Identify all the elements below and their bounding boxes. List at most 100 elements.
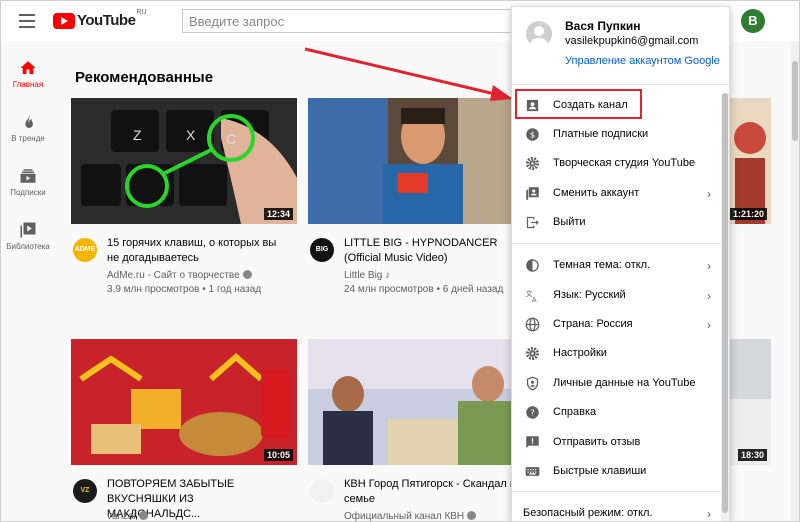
menu-item-country[interactable]: Страна: Россия › bbox=[512, 310, 729, 339]
video-title-line: (Official Music Video) bbox=[344, 252, 448, 264]
chevron-right-icon: › bbox=[707, 507, 711, 521]
svg-text:A: A bbox=[532, 296, 537, 303]
video-thumbnail[interactable] bbox=[308, 339, 534, 465]
help-icon: ? bbox=[526, 406, 539, 419]
menu-item-feedback[interactable]: Отправить отзыв bbox=[512, 428, 729, 457]
menu-item-label: Личные данные на YouTube bbox=[553, 377, 696, 389]
switch-account-icon bbox=[526, 187, 539, 200]
video-thumbnail[interactable]: 18:30 bbox=[730, 339, 771, 465]
paid-subscriptions-icon: $ bbox=[526, 128, 539, 141]
food-photo bbox=[71, 339, 297, 465]
menu-item-sign-out[interactable]: Выйти bbox=[512, 208, 729, 237]
menu-item-label: Страна: Россия bbox=[553, 318, 633, 330]
menu-item-settings[interactable]: Настройки bbox=[512, 339, 729, 368]
verified-icon bbox=[467, 511, 477, 520]
video-title[interactable]: 15 горячих клавиш, о которых вы не догад… bbox=[107, 236, 287, 266]
language-icon: 文A bbox=[526, 289, 537, 303]
sidebar-item-label: Подписки bbox=[10, 188, 46, 197]
browser-frame: YouTube RU В Главная В тренде Подписки Б… bbox=[0, 0, 800, 522]
channel-avatar[interactable] bbox=[310, 479, 334, 503]
video-channel[interactable]: Официальный канал КВН bbox=[344, 509, 477, 522]
account-header: Вася Пупкин vasilekpupkin6@gmail.com Упр… bbox=[512, 7, 729, 85]
sidebar-item-subscriptions[interactable]: Подписки bbox=[1, 167, 55, 197]
video-channel[interactable]: Little Big ♪ bbox=[344, 268, 390, 283]
verified-icon bbox=[138, 511, 148, 520]
subscriptions-icon bbox=[20, 169, 36, 183]
sign-out-icon bbox=[526, 216, 539, 229]
sidebar-item-label: Главная bbox=[12, 80, 44, 89]
settings-icon bbox=[525, 346, 540, 361]
menu-item-safe-mode[interactable]: Безопасный режим: откл. › bbox=[512, 499, 729, 521]
menu-item-label: Темная тема: откл. bbox=[553, 259, 651, 271]
menu-item-label: Быстрые клавиши bbox=[553, 465, 647, 477]
video-duration: 1:21:20 bbox=[730, 208, 767, 220]
fire-icon bbox=[25, 113, 33, 128]
svg-text:X: X bbox=[186, 127, 196, 143]
search-box[interactable] bbox=[182, 9, 512, 33]
cartoon-photo bbox=[730, 98, 771, 224]
video-thumbnail[interactable]: 10:05 bbox=[71, 339, 297, 465]
dark-theme-icon bbox=[526, 259, 539, 272]
chevron-right-icon: › bbox=[707, 318, 711, 332]
sidebar-item-label: В тренде bbox=[11, 134, 45, 143]
sidebar-item-trending[interactable]: В тренде bbox=[1, 113, 55, 143]
channel-name: Официальный канал КВН bbox=[344, 511, 465, 522]
video-title[interactable]: LITTLE BIG - HYPNODANCER (Official Music… bbox=[344, 236, 524, 266]
sidebar-item-home[interactable]: Главная bbox=[1, 59, 55, 89]
video-thumbnail[interactable]: Z X C 12:34 bbox=[71, 98, 297, 224]
menu-item-label: Отправить отзыв bbox=[553, 436, 641, 448]
account-avatar bbox=[526, 21, 552, 47]
video-channel[interactable]: vanzai bbox=[107, 509, 148, 522]
chevron-right-icon: › bbox=[707, 289, 711, 303]
menu-divider bbox=[512, 243, 729, 244]
video-title-line: 15 горячих клавиш, о которых вы bbox=[107, 237, 277, 249]
video-photo bbox=[730, 339, 771, 465]
sidebar-item-library[interactable]: Библиотека bbox=[1, 221, 55, 251]
chevron-right-icon: › bbox=[707, 259, 711, 273]
youtube-logo[interactable]: YouTube RU bbox=[53, 9, 147, 29]
video-thumbnail[interactable] bbox=[308, 98, 534, 224]
logo-text: YouTube bbox=[77, 12, 136, 29]
logo-region: RU bbox=[136, 9, 147, 16]
menu-item-label: Творческая студия YouTube bbox=[553, 157, 696, 169]
menu-icon[interactable] bbox=[19, 14, 35, 28]
video-title[interactable]: КВН Город Пятигорск - Скандал в семье bbox=[344, 477, 524, 507]
video-title-line: КВН Город Пятигорск - Скандал в bbox=[344, 478, 516, 490]
menu-item-language[interactable]: 文A Язык: Русский › bbox=[512, 281, 729, 310]
menu-scrollbar-thumb[interactable] bbox=[722, 93, 728, 513]
menu-item-keyboard-shortcuts[interactable]: Быстрые клавиши bbox=[512, 457, 729, 486]
menu-item-label: Справка bbox=[553, 406, 597, 418]
video-thumbnail[interactable]: 1:21:20 bbox=[730, 98, 771, 224]
menu-scrollbar[interactable] bbox=[721, 93, 729, 521]
menu-item-studio[interactable]: Творческая студия YouTube bbox=[512, 149, 729, 178]
video-channel[interactable]: AdMe.ru - Сайт о творчестве bbox=[107, 268, 252, 283]
account-avatar-button[interactable]: В bbox=[741, 9, 765, 33]
account-menu: Вася Пупкин vasilekpupkin6@gmail.com Упр… bbox=[511, 6, 730, 521]
video-meta: 3,9 млн просмотров • 1 год назад bbox=[107, 284, 262, 295]
menu-item-help[interactable]: ? Справка bbox=[512, 398, 729, 427]
channel-name: vanzai bbox=[107, 511, 136, 522]
svg-text:C: C bbox=[226, 131, 236, 147]
channel-name: AdMe.ru - Сайт о творчестве bbox=[107, 270, 240, 281]
menu-item-personal-data[interactable]: Личные данные на YouTube bbox=[512, 369, 729, 398]
channel-avatar[interactable]: BIG bbox=[310, 238, 334, 262]
menu-item-dark-theme[interactable]: Темная тема: откл. › bbox=[512, 251, 729, 280]
page-scrollbar-thumb[interactable] bbox=[792, 61, 798, 141]
manage-account-link[interactable]: Управление аккаунтом Google bbox=[565, 55, 720, 67]
video-duration: 18:30 bbox=[737, 449, 767, 461]
menu-item-label: Выйти bbox=[553, 216, 586, 228]
search-input[interactable] bbox=[183, 10, 511, 32]
svg-text:$: $ bbox=[530, 130, 535, 140]
menu-item-label: Платные подписки bbox=[553, 128, 649, 140]
personal-data-icon bbox=[526, 376, 539, 391]
video-title-line: семье bbox=[344, 493, 376, 505]
page-scrollbar[interactable] bbox=[791, 41, 799, 521]
account-email: vasilekpupkin6@gmail.com bbox=[565, 35, 699, 47]
keyboard-photo: Z X C bbox=[71, 98, 297, 224]
channel-avatar[interactable]: VZ bbox=[73, 479, 97, 503]
menu-item-switch-account[interactable]: Сменить аккаунт › bbox=[512, 179, 729, 208]
channel-avatar[interactable]: ADME bbox=[73, 238, 97, 262]
menu-item-paid-subscriptions[interactable]: $ Платные подписки bbox=[512, 120, 729, 149]
music-video-photo bbox=[308, 98, 534, 224]
gear-icon bbox=[525, 156, 540, 171]
